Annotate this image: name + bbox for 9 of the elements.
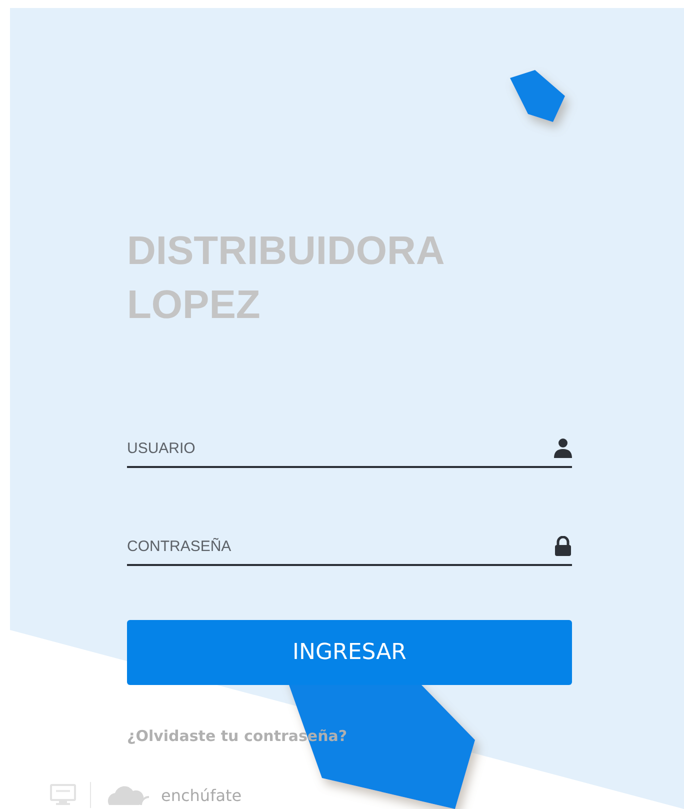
input-field[interactable]: CONTRASEÑA	[127, 531, 544, 561]
lock-icon	[554, 536, 572, 556]
pentagon-shape	[510, 70, 565, 122]
monitor-icon	[50, 784, 76, 806]
input-field[interactable]: USUARIO	[127, 433, 544, 463]
cloud-icon	[105, 785, 151, 805]
login-button[interactable]: INGRESAR	[127, 620, 572, 685]
brand-name: enchúfate	[161, 786, 242, 804]
user-icon	[554, 438, 572, 458]
